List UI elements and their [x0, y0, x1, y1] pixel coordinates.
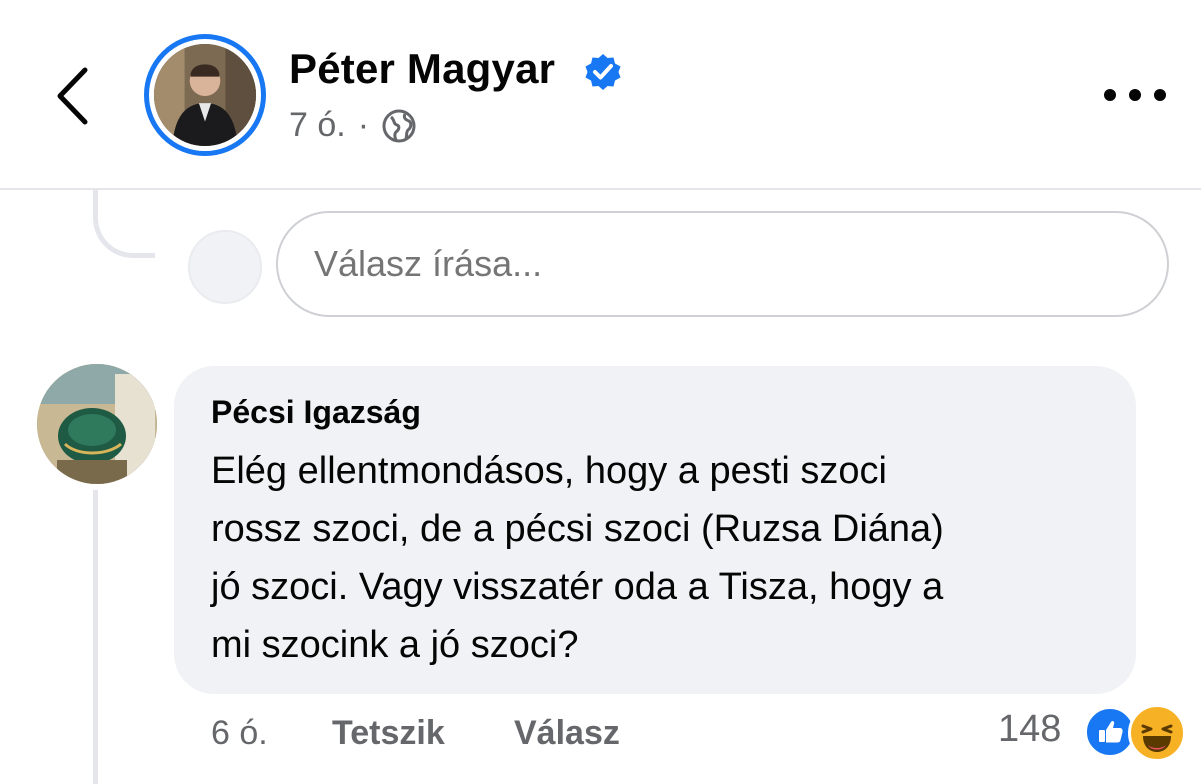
more-dot — [1154, 89, 1166, 101]
commenter-avatar-image — [37, 364, 157, 484]
author-name[interactable]: Péter Magyar — [289, 45, 555, 93]
person-silhouette-icon — [154, 44, 256, 146]
globe-icon — [382, 109, 416, 142]
comment-text: Elég ellentmondásos, hogy a pesti szoci … — [211, 442, 1111, 674]
author-avatar[interactable] — [144, 34, 266, 156]
comment-line: Elég ellentmondásos, hogy a pesti szoci — [211, 450, 887, 492]
commenter-avatar[interactable] — [37, 364, 157, 484]
thumbs-up-glyph — [1099, 720, 1123, 743]
verified-badge-icon — [585, 54, 621, 90]
thread-line — [93, 490, 98, 784]
more-options-button[interactable] — [1104, 78, 1166, 112]
commenter-name[interactable]: Pécsi Igazság — [211, 394, 421, 431]
post-header: Péter Magyar 7 ó. · — [0, 0, 1201, 190]
thread-connector — [93, 190, 155, 258]
comment-line: rossz szoci, de a pécsi szoci (Ruzsa Diá… — [211, 508, 944, 550]
more-dot — [1129, 89, 1141, 101]
header-divider — [0, 188, 1201, 190]
like-button[interactable]: Tetszik — [332, 714, 445, 753]
chevron-left-icon — [57, 67, 88, 125]
haha-icon[interactable] — [1128, 704, 1186, 762]
laughing-face-glyph — [1141, 724, 1173, 752]
comment-line: mi szocink a jó szoci? — [211, 624, 579, 666]
reaction-count[interactable]: 148 — [998, 708, 1061, 751]
reply-button[interactable]: Válasz — [514, 714, 620, 753]
meta-separator: · — [357, 106, 370, 144]
comment-line: jó szoci. Vagy visszatér oda a Tisza, ho… — [211, 566, 944, 608]
more-dot — [1104, 89, 1116, 101]
comment-time[interactable]: 6 ó. — [211, 714, 268, 753]
post-meta: 7 ó. · — [289, 106, 417, 145]
back-button[interactable] — [42, 58, 102, 134]
comment-thread-screen: Péter Magyar 7 ó. · Válasz írása... Pécs… — [0, 0, 1201, 784]
reply-input[interactable] — [276, 211, 1169, 317]
avatar-image — [154, 44, 256, 146]
current-user-avatar — [188, 230, 262, 304]
post-time[interactable]: 7 ó. — [289, 106, 346, 145]
